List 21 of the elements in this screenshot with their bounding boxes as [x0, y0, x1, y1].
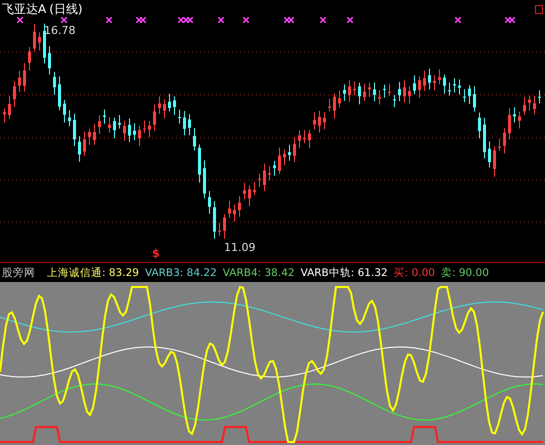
- cross-marker-icon: [320, 17, 326, 23]
- stock-name: 飞亚达A: [2, 1, 46, 18]
- square-icon: [535, 5, 543, 14]
- indicator-value: 买: 0.00: [394, 266, 435, 280]
- cross-marker-icon: [218, 17, 224, 23]
- cross-marker-icon: [243, 17, 249, 23]
- period-label: (日线): [49, 1, 83, 18]
- indicator-value: VARB4: 38.42: [222, 266, 295, 278]
- low-price-label: 11.09: [224, 241, 256, 254]
- cross-marker-icon: [106, 17, 112, 23]
- indicator-name: 股旁网: [2, 266, 35, 280]
- cross-marker-icon: [455, 17, 461, 23]
- cross-marker-icon: [347, 17, 353, 23]
- signal-mark: $: [152, 247, 160, 260]
- indicator-value: 卖: 90.00: [440, 266, 489, 280]
- indicator-value: VARB3: 84.22: [144, 266, 217, 278]
- indicator-value: 上海诚信通: 83.29: [47, 266, 139, 280]
- high-price-label: 16.78: [44, 24, 76, 37]
- cross-marker-icon: [17, 17, 23, 23]
- cross-marker-icon: [61, 17, 67, 23]
- indicator-value: VARB中轨: 61.32: [300, 266, 388, 280]
